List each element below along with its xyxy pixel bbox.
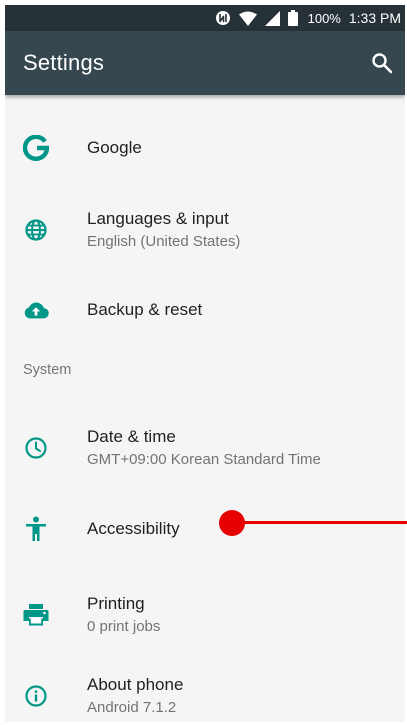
google-g-icon	[23, 135, 49, 161]
settings-item-subtitle: GMT+09:00 Korean Standard Time	[87, 451, 321, 468]
status-bar: 100% 1:33 PM	[5, 5, 405, 31]
info-icon	[23, 683, 49, 709]
nfc-icon	[215, 10, 231, 26]
app-toolbar: Settings	[5, 31, 405, 95]
settings-item-date-time[interactable]: Date & time GMT+09:00 Korean Standard Ti…	[5, 408, 405, 488]
search-icon	[372, 53, 393, 74]
settings-item-subtitle: 0 print jobs	[87, 618, 161, 635]
section-header-system: System	[23, 362, 72, 378]
settings-screen: 100% 1:33 PM Settings Google Languages &…	[5, 5, 405, 722]
touch-point-marker	[219, 510, 245, 536]
settings-item-google[interactable]: Google	[5, 117, 405, 179]
clock-time: 1:33 PM	[348, 10, 401, 26]
settings-item-title: Date & time	[87, 427, 176, 446]
settings-item-title: About phone	[87, 675, 184, 694]
page-title: Settings	[23, 50, 105, 75]
settings-item-title: Printing	[87, 594, 145, 613]
accessibility-icon	[23, 516, 49, 542]
settings-item-languages[interactable]: Languages & input English (United States…	[5, 190, 405, 270]
cloud-upload-icon	[23, 297, 49, 323]
settings-item-about-phone[interactable]: About phone Android 7.1.2	[5, 656, 405, 722]
globe-icon	[23, 217, 49, 243]
battery-icon	[287, 10, 298, 26]
settings-item-subtitle: English (United States)	[87, 233, 241, 250]
settings-item-title: Languages & input	[87, 209, 229, 228]
clock-icon	[23, 435, 49, 461]
settings-item-title: Backup & reset	[87, 300, 203, 319]
wifi-icon	[238, 11, 257, 26]
settings-item-title: Google	[87, 138, 142, 157]
settings-item-accessibility[interactable]: Accessibility	[5, 498, 405, 560]
settings-item-title: Accessibility	[87, 519, 180, 538]
cell-signal-icon	[264, 10, 280, 26]
settings-item-backup[interactable]: Backup & reset	[5, 279, 405, 341]
printer-icon	[23, 602, 49, 628]
settings-item-printing[interactable]: Printing 0 print jobs	[5, 575, 405, 655]
battery-percent: 100%	[307, 10, 341, 26]
search-button[interactable]	[368, 49, 396, 77]
settings-item-subtitle: Android 7.1.2	[87, 699, 177, 716]
swipe-path-line	[237, 521, 407, 524]
